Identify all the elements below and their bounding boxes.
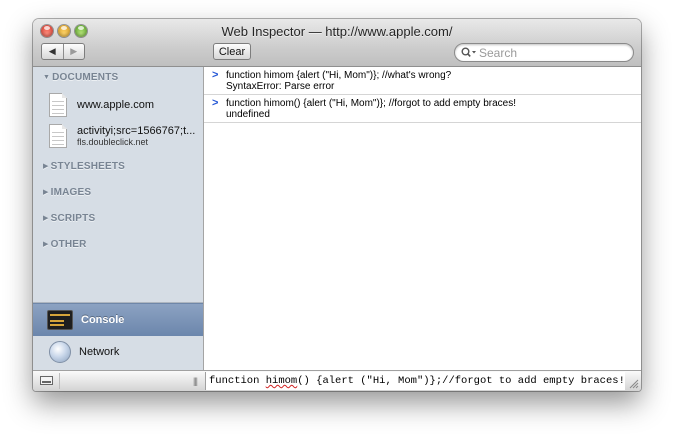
console-command: function himom() {alert ("Hi, Mom")}; //… (226, 98, 516, 109)
document-name: www.apple.com (77, 99, 155, 111)
back-button[interactable]: ◀ (42, 44, 64, 59)
resize-grip-icon[interactable] (629, 379, 639, 389)
console-input-text: function (209, 375, 266, 387)
document-icon (49, 93, 67, 117)
panel-item-network[interactable]: Network (33, 336, 203, 368)
title-bar: Web Inspector — http://www.apple.com/ ◀ … (33, 19, 641, 67)
section-scripts-label: SCRIPTS (50, 213, 96, 224)
console-command: function himom {alert ("Hi, Mom")}; //wh… (226, 70, 452, 81)
status-bar: ||| function himom() {alert ("Hi, Mom")}… (33, 370, 641, 391)
globe-icon (49, 341, 71, 363)
prompt-chevron-icon: > (212, 69, 219, 81)
console-result: SyntaxError: Parse error (226, 81, 335, 92)
section-images-label: IMAGES (50, 187, 92, 198)
console-input[interactable]: function himom() {alert ("Hi, Mom")};//f… (205, 372, 625, 390)
section-stylesheets[interactable]: ▶ STYLESHEETS (43, 161, 125, 172)
console-entry: > function himom() {alert ("Hi, Mom")}; … (204, 95, 641, 123)
prompt-chevron-icon: > (212, 97, 219, 109)
search-input[interactable] (479, 45, 624, 60)
document-domain: fls.doubleclick.net (77, 137, 149, 147)
disclosure-closed-icon[interactable]: ▶ (43, 189, 49, 196)
document-name: activityi;src=1566767;t... (77, 125, 196, 137)
panel-item-console[interactable]: Console (33, 303, 203, 336)
divider (59, 373, 60, 389)
console-entry: > function himom {alert ("Hi, Mom")}; //… (204, 67, 641, 95)
search-icon[interactable] (455, 47, 479, 58)
panel-label-network: Network (79, 346, 120, 358)
console-result: undefined (226, 109, 270, 120)
history-navigation: ◀ ▶ (41, 43, 85, 60)
forward-button[interactable]: ▶ (64, 44, 85, 59)
document-icon (49, 124, 67, 148)
section-other-label: OTHER (50, 239, 87, 250)
search-field[interactable] (454, 43, 634, 62)
disclosure-closed-icon[interactable]: ▶ (43, 241, 49, 248)
web-inspector-window: Web Inspector — http://www.apple.com/ ◀ … (33, 19, 641, 391)
panel-label-console: Console (81, 314, 125, 326)
console-input-misspelled-word: himom (265, 375, 298, 387)
section-stylesheets-label: STYLESHEETS (50, 161, 126, 172)
dock-toggle-icon[interactable] (40, 376, 53, 385)
section-other[interactable]: ▶ OTHER (43, 239, 87, 250)
panel-list: Console Network (33, 302, 203, 371)
disclosure-closed-icon[interactable]: ▶ (43, 163, 49, 170)
sidebar-resize-handle[interactable]: ||| (193, 376, 198, 386)
console-input-text-rest: () {alert ("Hi, Mom")};//forgot to add e… (297, 375, 625, 387)
disclosure-open-icon[interactable]: ▼ (43, 74, 50, 81)
sidebar-document-item[interactable]: activityi;src=1566767;t... fls.doublecli… (49, 124, 195, 148)
clear-console-button[interactable]: Clear (213, 43, 251, 60)
sidebar-document-item[interactable]: www.apple.com (49, 93, 154, 117)
window-title: Web Inspector — http://www.apple.com/ (221, 24, 453, 39)
console-output: > function himom {alert ("Hi, Mom")}; //… (204, 67, 641, 370)
section-documents-label: DOCUMENTS (52, 72, 119, 83)
sidebar: ▼ DOCUMENTS www.apple.com activityi;src=1… (33, 67, 204, 370)
section-documents[interactable]: ▼ DOCUMENTS (43, 72, 118, 83)
section-images[interactable]: ▶ IMAGES (43, 187, 91, 198)
disclosure-closed-icon[interactable]: ▶ (43, 215, 49, 222)
console-icon (47, 310, 73, 330)
section-scripts[interactable]: ▶ SCRIPTS (43, 213, 95, 224)
